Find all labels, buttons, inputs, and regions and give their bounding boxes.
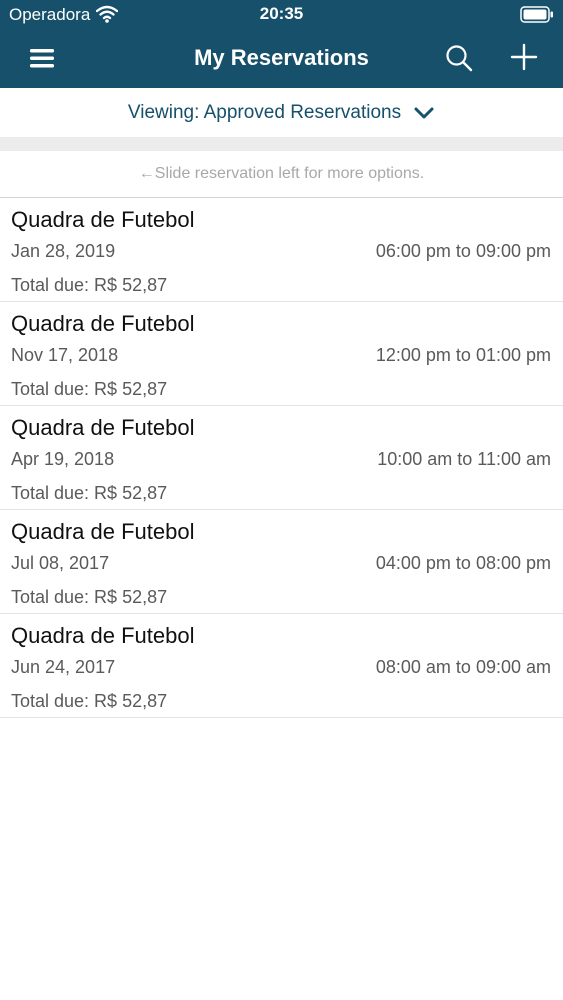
reservation-date: Nov 17, 2018 (11, 345, 119, 365)
status-time: 20:35 (259, 4, 304, 23)
battery-icon (520, 6, 553, 23)
reservation-title: Quadra de Futebol (11, 519, 195, 544)
reservation-time: 06:00 pm to 09:00 pm (375, 241, 551, 261)
reservation-date: Jan 28, 2019 (11, 241, 116, 261)
status-bar: Operadora 20:35 (0, 0, 563, 30)
search-icon[interactable] (444, 43, 474, 73)
page-title: My Reservations (194, 45, 369, 70)
reservation-time: 10:00 am to 11:00 am (377, 449, 551, 469)
chevron-down-icon (414, 107, 434, 118)
reservation-filter-selector[interactable]: Viewing: Approved Reservations (0, 88, 563, 137)
filter-label: Viewing: Approved Reservations (127, 101, 402, 123)
reservation-date: Jun 24, 2017 (11, 657, 116, 677)
reservation-date: Apr 19, 2018 (11, 449, 115, 469)
slide-hint: ←Slide reservation left for more options… (0, 151, 563, 198)
reservation-total: Total due: R$ 52,87 (11, 379, 168, 399)
reservation-date: Jul 08, 2017 (11, 553, 110, 573)
reservation-title: Quadra de Futebol (11, 311, 195, 336)
reservation-title: Quadra de Futebol (11, 623, 195, 648)
reservation-item[interactable]: Quadra de Futebol Jun 24, 2017 08:00 am … (0, 614, 563, 718)
reservation-time: 08:00 am to 09:00 am (375, 657, 551, 677)
reservation-item[interactable]: Quadra de Futebol Jul 08, 2017 04:00 pm … (0, 510, 563, 614)
reservation-title: Quadra de Futebol (11, 415, 195, 440)
reservation-item[interactable]: Quadra de Futebol Jan 28, 2019 06:00 pm … (0, 198, 563, 302)
reservation-title: Quadra de Futebol (11, 207, 195, 232)
reservation-item[interactable]: Quadra de Futebol Nov 17, 2018 12:00 pm … (0, 302, 563, 406)
reservation-item[interactable]: Quadra de Futebol Apr 19, 2018 10:00 am … (0, 406, 563, 510)
reservation-list: Quadra de Futebol Jan 28, 2019 06:00 pm … (0, 198, 563, 718)
section-separator (0, 137, 563, 151)
plus-icon[interactable] (509, 42, 539, 72)
reservation-time: 04:00 pm to 08:00 pm (375, 553, 551, 573)
reservation-total: Total due: R$ 52,87 (11, 483, 168, 503)
app-header: Operadora 20:35 My Reservations (0, 0, 563, 88)
reservation-total: Total due: R$ 52,87 (11, 587, 168, 607)
reservation-total: Total due: R$ 52,87 (11, 275, 168, 295)
navigation-bar: My Reservations (0, 30, 563, 88)
reservation-time: 12:00 pm to 01:00 pm (375, 345, 551, 365)
reservation-total: Total due: R$ 52,87 (11, 691, 168, 711)
